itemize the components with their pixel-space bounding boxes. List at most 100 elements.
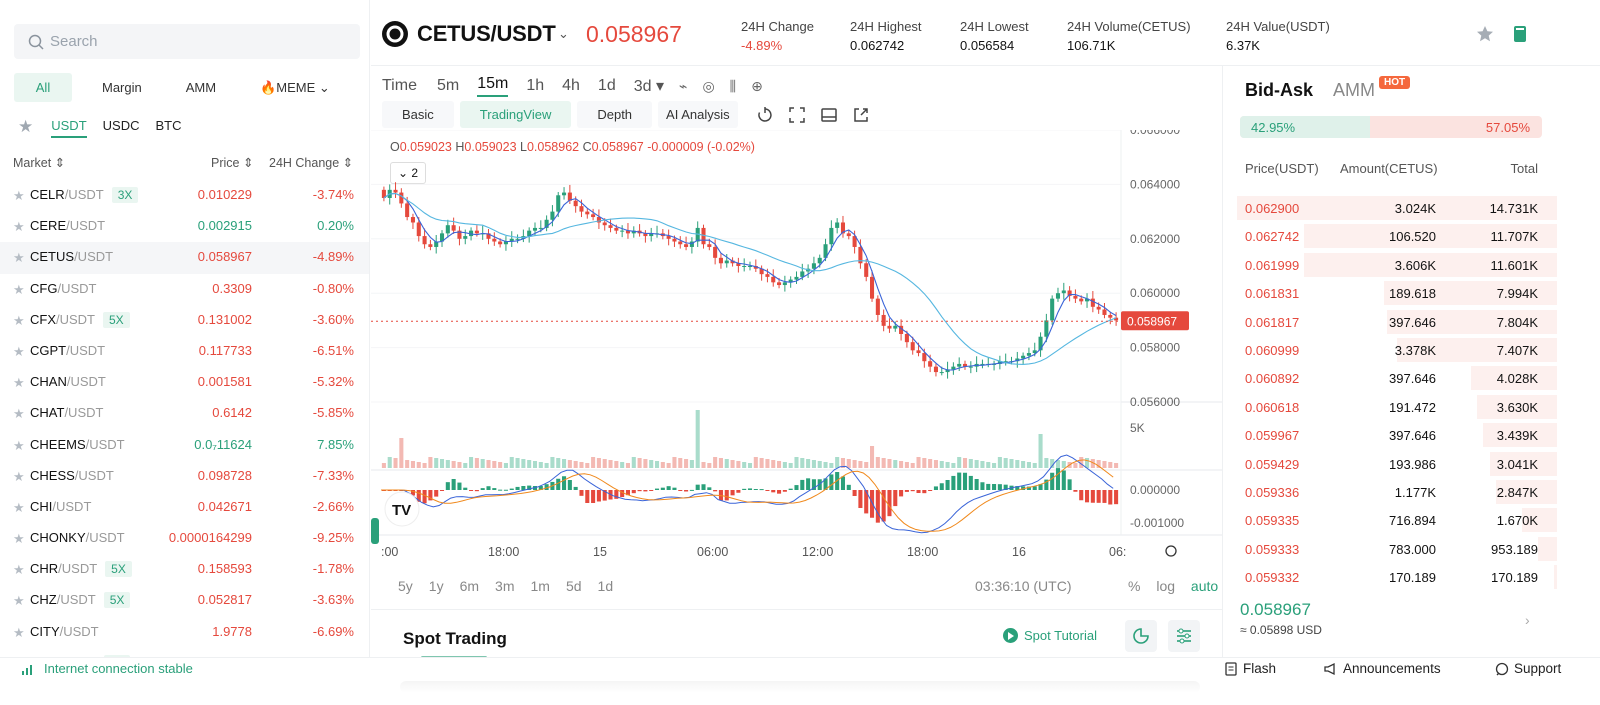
market-row[interactable]: ★ CHR/USDT 5X 0.158593 -1.78% bbox=[0, 554, 369, 585]
market-row[interactable]: ★ CHZ/USDT 5X 0.052817 -3.63% bbox=[0, 585, 369, 616]
star-icon[interactable]: ★ bbox=[13, 469, 25, 485]
market-row[interactable]: ★ CHEEMS/USDT 0.0₇11624 7.85% bbox=[0, 430, 369, 461]
ask-row[interactable]: 0.059429 193.986 3.041K bbox=[1223, 450, 1557, 478]
ask-row[interactable]: 0.060618 191.472 3.630K bbox=[1223, 393, 1557, 421]
settings-sliders-icon[interactable] bbox=[1168, 620, 1200, 652]
star-icon[interactable]: ★ bbox=[13, 250, 25, 266]
star-icon[interactable]: ★ bbox=[13, 282, 25, 298]
interval-1[interactable]: 5m bbox=[437, 77, 459, 95]
ask-row[interactable]: 0.059967 397.646 3.439K bbox=[1223, 421, 1557, 449]
log-scale-toggle[interactable]: log bbox=[1156, 578, 1175, 594]
col-change[interactable]: 24H Change ⇕ bbox=[269, 155, 353, 170]
star-icon[interactable]: ★ bbox=[13, 625, 25, 641]
favorites-star-icon[interactable]: ★ bbox=[18, 117, 33, 137]
star-icon[interactable]: ★ bbox=[13, 500, 25, 516]
refresh-icon[interactable] bbox=[754, 104, 776, 126]
star-icon[interactable]: ★ bbox=[13, 344, 25, 360]
star-icon[interactable]: ★ bbox=[13, 188, 25, 204]
col-market[interactable]: Market ⇕ bbox=[13, 155, 65, 170]
market-row[interactable]: ★ CHI/USDT 0.042671 -2.66% bbox=[0, 492, 369, 523]
interval-4[interactable]: 4h bbox=[562, 77, 580, 95]
tab-amm-book[interactable]: AMM bbox=[1333, 80, 1375, 101]
spot-title[interactable]: Spot Trading bbox=[403, 629, 507, 649]
support-link[interactable]: Support bbox=[1495, 661, 1561, 676]
tab-depth[interactable]: Depth bbox=[577, 101, 653, 128]
favorite-star-icon[interactable] bbox=[1475, 24, 1495, 44]
settings-icon[interactable]: ◎ bbox=[702, 78, 714, 95]
market-row[interactable]: ★ CHONKY/USDT 0.0000164299 -9.25% bbox=[0, 523, 369, 554]
range-1m[interactable]: 1m bbox=[531, 578, 550, 594]
ask-row[interactable]: 0.062742 106.520 11.707K bbox=[1223, 222, 1557, 250]
market-row[interactable]: ★ CFG/USDT 0.3309 -0.80% bbox=[0, 274, 369, 305]
ask-row[interactable]: 0.060999 3.378K 7.407K bbox=[1223, 336, 1557, 364]
announcements-link[interactable]: Announcements bbox=[1323, 661, 1441, 676]
star-icon[interactable]: ★ bbox=[13, 375, 25, 391]
tab-amm[interactable]: AMM bbox=[172, 73, 230, 102]
candlestick-chart[interactable]: 0.066000 0.064000 0.062000 0.060000 0.058000… bbox=[371, 130, 1222, 570]
chevron-down-icon[interactable]: ⌄ bbox=[558, 26, 569, 42]
auto-scale-toggle[interactable]: auto bbox=[1191, 578, 1218, 594]
interval-3[interactable]: 1h bbox=[526, 77, 544, 95]
market-row[interactable]: ★ CETUS/USDT 0.058967 -4.89% bbox=[0, 242, 369, 274]
tab-usdc[interactable]: USDC bbox=[103, 116, 140, 138]
star-icon[interactable]: ★ bbox=[13, 438, 25, 454]
tab-bid-ask[interactable]: Bid-Ask bbox=[1245, 80, 1313, 101]
tab-usdt[interactable]: USDT bbox=[51, 116, 87, 138]
range-1d[interactable]: 1d bbox=[598, 578, 614, 594]
book-icon[interactable] bbox=[1510, 24, 1530, 44]
tab-meme[interactable]: 🔥MEME ⌄ bbox=[246, 73, 344, 102]
tab-basic[interactable]: Basic bbox=[382, 101, 454, 128]
interval-5[interactable]: 1d bbox=[598, 77, 616, 95]
ask-row[interactable]: 0.059332 170.189 170.189 bbox=[1223, 563, 1557, 591]
spot-tutorial-link[interactable]: Spot Tutorial bbox=[1003, 628, 1097, 643]
flash-link[interactable]: Flash bbox=[1224, 661, 1276, 676]
range-1y[interactable]: 1y bbox=[429, 578, 444, 594]
pie-chart-icon[interactable] bbox=[1125, 620, 1157, 652]
ask-row[interactable]: 0.061999 3.606K 11.601K bbox=[1223, 251, 1557, 279]
interval-6[interactable]: 3d ▾ bbox=[634, 76, 664, 96]
ask-row[interactable]: 0.062900 3.024K 14.731K bbox=[1223, 194, 1557, 222]
market-row[interactable]: ★ CFX/USDT 5X 0.131002 -3.60% bbox=[0, 305, 369, 336]
ask-row[interactable]: 0.059335 716.894 1.670K bbox=[1223, 506, 1557, 534]
share-icon[interactable] bbox=[850, 104, 872, 126]
market-row[interactable]: ★ CELR/USDT 3X 0.010229 -3.74% bbox=[0, 180, 369, 211]
market-row[interactable]: ★ CHAN/USDT 0.001581 -5.32% bbox=[0, 367, 369, 398]
star-icon[interactable]: ★ bbox=[13, 219, 25, 235]
star-icon[interactable]: ★ bbox=[13, 313, 25, 329]
market-row[interactable]: ★ CERE/USDT 0.002915 0.20% bbox=[0, 211, 369, 242]
indicator-icon[interactable]: ⌁ bbox=[679, 78, 687, 95]
star-icon[interactable]: ★ bbox=[13, 531, 25, 547]
percent-scale-toggle[interactable]: % bbox=[1128, 578, 1140, 594]
candles-icon[interactable]: ⫼ bbox=[730, 78, 736, 95]
fullscreen-icon[interactable] bbox=[786, 104, 808, 126]
market-row[interactable]: ★ CHESS/USDT 0.098728 -7.33% bbox=[0, 461, 369, 492]
add-icon[interactable]: ⊕ bbox=[751, 78, 763, 95]
tab-tradingview[interactable]: TradingView bbox=[459, 101, 572, 128]
range-5d[interactable]: 5d bbox=[566, 578, 582, 594]
tab-btc[interactable]: BTC bbox=[155, 116, 181, 138]
ask-row[interactable]: 0.061817 397.646 7.804K bbox=[1223, 308, 1557, 336]
ask-row[interactable]: 0.060892 397.646 4.028K bbox=[1223, 364, 1557, 392]
tab-all[interactable]: All bbox=[14, 73, 72, 102]
range-6m[interactable]: 6m bbox=[460, 578, 479, 594]
market-row[interactable]: ★ CITY/USDT 1.9778 -6.69% bbox=[0, 617, 369, 648]
range-3m[interactable]: 3m bbox=[495, 578, 514, 594]
range-5y[interactable]: 5y bbox=[398, 578, 413, 594]
star-icon[interactable]: ★ bbox=[13, 562, 25, 578]
ask-row[interactable]: 0.059336 1.177K 2.847K bbox=[1223, 478, 1557, 506]
interval-0[interactable]: Time bbox=[382, 77, 417, 95]
layout-icon[interactable] bbox=[818, 104, 840, 126]
ask-row[interactable]: 0.059333 783.000 953.189 bbox=[1223, 535, 1557, 563]
star-icon[interactable]: ★ bbox=[13, 593, 25, 609]
tab-margin[interactable]: Margin bbox=[88, 73, 156, 102]
market-row[interactable]: ★ CGPT/USDT 0.117733 -6.51% bbox=[0, 336, 369, 367]
star-icon[interactable]: ★ bbox=[13, 406, 25, 422]
pair-title[interactable]: CETUS/USDT bbox=[417, 21, 556, 47]
col-price[interactable]: Price ⇕ bbox=[211, 155, 253, 170]
chevron-right-icon[interactable]: › bbox=[1525, 612, 1530, 628]
tab-ai-analysis[interactable]: AI Analysis bbox=[658, 101, 738, 128]
search-input[interactable]: Search bbox=[14, 24, 360, 59]
ask-row[interactable]: 0.061831 189.618 7.994K bbox=[1223, 279, 1557, 307]
interval-2[interactable]: 15m bbox=[477, 75, 509, 97]
market-row[interactable]: ★ CHAT/USDT 0.6142 -5.85% bbox=[0, 398, 369, 429]
